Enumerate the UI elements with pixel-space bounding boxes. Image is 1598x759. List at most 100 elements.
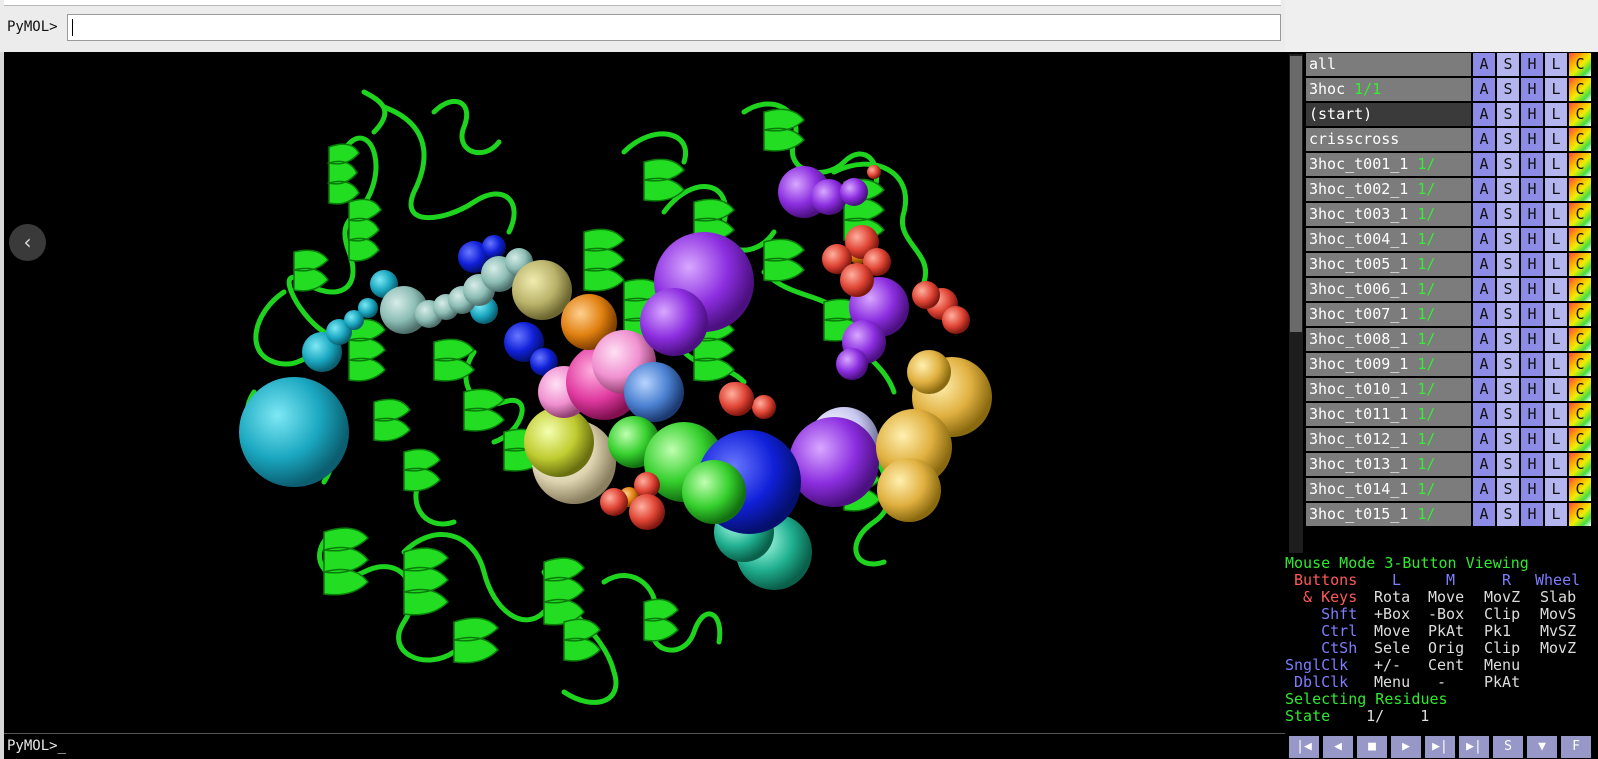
object-label-button[interactable]: L: [1545, 78, 1567, 101]
stop-button[interactable]: ■: [1357, 736, 1387, 758]
object-name-button[interactable]: 3hoc_t010_1 1/: [1306, 378, 1471, 401]
object-show-button[interactable]: S: [1497, 78, 1519, 101]
object-action-button[interactable]: A: [1473, 378, 1495, 401]
object-action-button[interactable]: A: [1473, 53, 1495, 76]
object-show-button[interactable]: S: [1497, 503, 1519, 526]
command-input[interactable]: [67, 14, 1281, 41]
object-action-button[interactable]: A: [1473, 253, 1495, 276]
object-color-button[interactable]: C: [1569, 278, 1591, 301]
object-color-button[interactable]: C: [1569, 153, 1591, 176]
object-label-button[interactable]: L: [1545, 303, 1567, 326]
object-color-button[interactable]: C: [1569, 428, 1591, 451]
object-color-button[interactable]: C: [1569, 503, 1591, 526]
object-action-button[interactable]: A: [1473, 353, 1495, 376]
object-show-button[interactable]: S: [1497, 478, 1519, 501]
object-color-button[interactable]: C: [1569, 353, 1591, 376]
object-hide-button[interactable]: H: [1521, 403, 1543, 426]
object-hide-button[interactable]: H: [1521, 353, 1543, 376]
play-button[interactable]: ▶: [1391, 736, 1421, 758]
object-show-button[interactable]: S: [1497, 353, 1519, 376]
object-label-button[interactable]: L: [1545, 53, 1567, 76]
object-label-button[interactable]: L: [1545, 453, 1567, 476]
object-hide-button[interactable]: H: [1521, 428, 1543, 451]
object-color-button[interactable]: C: [1569, 228, 1591, 251]
object-color-button[interactable]: C: [1569, 103, 1591, 126]
object-label-button[interactable]: L: [1545, 353, 1567, 376]
object-name-button[interactable]: 3hoc_t012_1 1/: [1306, 428, 1471, 451]
object-hide-button[interactable]: H: [1521, 178, 1543, 201]
object-hide-button[interactable]: H: [1521, 253, 1543, 276]
object-name-button[interactable]: 3hoc_t002_1 1/: [1306, 178, 1471, 201]
object-color-button[interactable]: C: [1569, 378, 1591, 401]
object-action-button[interactable]: A: [1473, 478, 1495, 501]
object-action-button[interactable]: A: [1473, 153, 1495, 176]
object-label-button[interactable]: L: [1545, 503, 1567, 526]
object-color-button[interactable]: C: [1569, 403, 1591, 426]
object-action-button[interactable]: A: [1473, 128, 1495, 151]
object-name-button[interactable]: 3hoc_t007_1 1/: [1306, 303, 1471, 326]
object-show-button[interactable]: S: [1497, 278, 1519, 301]
object-label-button[interactable]: L: [1545, 428, 1567, 451]
object-name-button[interactable]: 3hoc_t006_1 1/: [1306, 278, 1471, 301]
object-action-button[interactable]: A: [1473, 203, 1495, 226]
object-name-button[interactable]: (start): [1306, 103, 1471, 126]
object-action-button[interactable]: A: [1473, 453, 1495, 476]
object-color-button[interactable]: C: [1569, 203, 1591, 226]
object-label-button[interactable]: L: [1545, 203, 1567, 226]
end-button[interactable]: ▶|: [1459, 736, 1489, 758]
object-action-button[interactable]: A: [1473, 328, 1495, 351]
object-action-button[interactable]: A: [1473, 503, 1495, 526]
object-hide-button[interactable]: H: [1521, 453, 1543, 476]
object-name-button[interactable]: 3hoc_t008_1 1/: [1306, 328, 1471, 351]
object-show-button[interactable]: S: [1497, 178, 1519, 201]
object-action-button[interactable]: A: [1473, 103, 1495, 126]
object-show-button[interactable]: S: [1497, 253, 1519, 276]
object-name-button[interactable]: 3hoc_t005_1 1/: [1306, 253, 1471, 276]
object-label-button[interactable]: L: [1545, 228, 1567, 251]
object-label-button[interactable]: L: [1545, 403, 1567, 426]
object-show-button[interactable]: S: [1497, 378, 1519, 401]
object-show-button[interactable]: S: [1497, 153, 1519, 176]
object-show-button[interactable]: S: [1497, 428, 1519, 451]
object-action-button[interactable]: A: [1473, 403, 1495, 426]
object-show-button[interactable]: S: [1497, 403, 1519, 426]
object-hide-button[interactable]: H: [1521, 303, 1543, 326]
object-name-button[interactable]: 3hoc_t009_1 1/: [1306, 353, 1471, 376]
object-color-button[interactable]: C: [1569, 453, 1591, 476]
object-name-button[interactable]: 3hoc_t013_1 1/: [1306, 453, 1471, 476]
object-color-button[interactable]: C: [1569, 128, 1591, 151]
object-show-button[interactable]: S: [1497, 203, 1519, 226]
object-show-button[interactable]: S: [1497, 228, 1519, 251]
object-panel-scrollbar[interactable]: [1289, 54, 1303, 553]
object-hide-button[interactable]: H: [1521, 478, 1543, 501]
object-hide-button[interactable]: H: [1521, 128, 1543, 151]
object-hide-button[interactable]: H: [1521, 503, 1543, 526]
object-name-button[interactable]: 3hoc_t004_1 1/: [1306, 228, 1471, 251]
object-hide-button[interactable]: H: [1521, 203, 1543, 226]
toggle-button[interactable]: ▼: [1527, 736, 1557, 758]
object-label-button[interactable]: L: [1545, 253, 1567, 276]
object-name-button[interactable]: crisscross: [1306, 128, 1471, 151]
object-action-button[interactable]: A: [1473, 303, 1495, 326]
object-label-button[interactable]: L: [1545, 103, 1567, 126]
object-name-button[interactable]: 3hoc_t014_1 1/: [1306, 478, 1471, 501]
object-name-button[interactable]: 3hoc_t001_1 1/: [1306, 153, 1471, 176]
object-name-button[interactable]: 3hoc_t011_1 1/: [1306, 403, 1471, 426]
object-show-button[interactable]: S: [1497, 303, 1519, 326]
object-hide-button[interactable]: H: [1521, 378, 1543, 401]
object-color-button[interactable]: C: [1569, 253, 1591, 276]
object-hide-button[interactable]: H: [1521, 103, 1543, 126]
object-show-button[interactable]: S: [1497, 103, 1519, 126]
back-button[interactable]: ◀: [1323, 736, 1353, 758]
forward-button[interactable]: ▶|: [1425, 736, 1455, 758]
object-color-button[interactable]: C: [1569, 328, 1591, 351]
object-label-button[interactable]: L: [1545, 153, 1567, 176]
scene-button[interactable]: S: [1493, 736, 1523, 758]
object-action-button[interactable]: A: [1473, 278, 1495, 301]
object-label-button[interactable]: L: [1545, 278, 1567, 301]
object-show-button[interactable]: S: [1497, 328, 1519, 351]
object-label-button[interactable]: L: [1545, 478, 1567, 501]
object-hide-button[interactable]: H: [1521, 228, 1543, 251]
object-action-button[interactable]: A: [1473, 428, 1495, 451]
object-name-button[interactable]: 3hoc_t003_1 1/: [1306, 203, 1471, 226]
